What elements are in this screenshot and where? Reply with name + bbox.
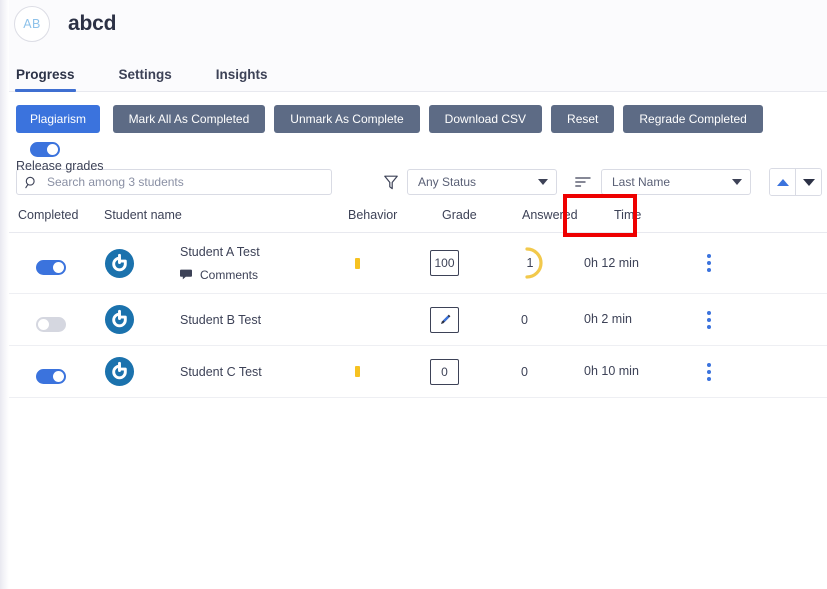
comments-link[interactable]: Comments: [180, 268, 260, 282]
tab-bar: Progress Settings Insights: [0, 48, 827, 92]
sort-icon: [575, 176, 591, 188]
avatar-initials: AB: [23, 17, 41, 31]
row-menu-button[interactable]: [702, 310, 716, 329]
column-header-student-name: Student name: [104, 208, 182, 222]
cell-grade: 100: [418, 250, 498, 276]
cell-behavior: [332, 366, 418, 377]
tab-settings[interactable]: Settings: [119, 67, 172, 91]
table-row: Student A Test Comments 100 1 0h 12 min: [0, 233, 827, 294]
cell-behavior: [332, 257, 418, 269]
status-select-value: Any Status: [418, 175, 477, 189]
page-header: AB abcd: [0, 0, 827, 48]
row-completed-toggle[interactable]: [36, 368, 66, 384]
cell-actions: [674, 310, 764, 329]
cell-student-name: Student A Test Comments: [104, 245, 332, 282]
cell-student-name: Student B Test: [104, 304, 332, 335]
avatar: AB: [14, 6, 50, 42]
cell-actions: [674, 254, 764, 272]
row-completed-toggle[interactable]: [36, 316, 66, 332]
toggle-knob: [53, 370, 64, 382]
grade-input[interactable]: [430, 306, 459, 333]
grade-input[interactable]: 100: [430, 250, 459, 276]
column-header-grade: Grade: [442, 208, 477, 222]
student-name: Student B Test: [180, 312, 262, 327]
student-name: Student C Test: [180, 364, 262, 379]
plagiarism-group: Plagiarism Release grades: [16, 105, 104, 173]
grade-input[interactable]: 0: [430, 358, 459, 385]
time-value: 0h 10 min: [584, 364, 639, 378]
cell-actions: [674, 362, 764, 381]
time-value: 0h 2 min: [584, 312, 632, 326]
arrow-up-icon: [776, 178, 789, 186]
comment-icon: [180, 269, 192, 280]
arrow-down-icon: [802, 178, 815, 186]
cell-time: 0h 12 min: [584, 255, 674, 272]
search-input[interactable]: [45, 174, 323, 190]
cell-answered: 1: [498, 246, 584, 280]
student-name-block: Student A Test Comments: [180, 245, 260, 282]
page-title: abcd: [68, 12, 117, 35]
table-header-row: Completed Student name Behavior Grade An…: [0, 198, 827, 233]
action-toolbar: Plagiarism Release grades Mark All As Co…: [0, 92, 827, 237]
cell-answered: 0: [498, 365, 584, 379]
student-name-block: Student C Test: [180, 365, 262, 379]
cell-time: 0h 2 min: [584, 311, 674, 328]
search-icon: [25, 176, 38, 189]
column-header-time: Time: [614, 208, 642, 222]
cell-grade: 0: [418, 358, 498, 385]
progress-page: AB abcd Progress Settings Insights Plagi…: [0, 0, 827, 589]
cell-completed: [0, 251, 104, 275]
row-menu-button[interactable]: [702, 362, 716, 381]
toggle-knob: [47, 144, 58, 155]
pencil-icon: [440, 314, 450, 324]
behavior-flag-icon: [355, 257, 360, 269]
answered-value: 0: [521, 312, 528, 327]
cell-grade: [418, 306, 498, 333]
student-name-block: Student B Test: [180, 313, 261, 327]
cell-completed: [0, 360, 104, 384]
chevron-down-icon: [538, 179, 548, 185]
cell-answered: 0: [498, 313, 584, 327]
toggle-knob: [53, 262, 64, 273]
tab-insights[interactable]: Insights: [216, 67, 268, 91]
release-grades-toggle[interactable]: [30, 142, 60, 157]
column-header-answered: Answered: [522, 208, 578, 222]
plagiarism-button[interactable]: Plagiarism: [16, 105, 101, 133]
release-grades-label: Release grades: [16, 159, 104, 173]
row-menu-button[interactable]: [702, 254, 716, 272]
time-value: 0h 12 min: [584, 255, 639, 270]
mark-all-as-completed-button[interactable]: Mark All As Completed: [112, 105, 266, 133]
cell-student-name: Student C Test: [104, 356, 332, 387]
download-csv-button[interactable]: Download CSV: [428, 105, 543, 133]
gravatar-icon: [104, 248, 135, 278]
sort-select-value: Last Name: [612, 175, 671, 189]
table-row: Student C Test 0 0 0h 10 min: [0, 346, 827, 398]
reset-button[interactable]: Reset: [551, 105, 615, 133]
behavior-flag-icon: [355, 366, 360, 377]
answered-progress: 1: [510, 246, 550, 280]
filter-icon: [384, 175, 398, 190]
students-table: Completed Student name Behavior Grade An…: [0, 198, 827, 398]
tab-progress[interactable]: Progress: [15, 67, 76, 92]
row-completed-toggle[interactable]: [36, 260, 66, 275]
unmark-as-complete-button[interactable]: Unmark As Complete: [274, 105, 420, 133]
column-header-completed: Completed: [18, 208, 79, 222]
gravatar-icon: [104, 356, 135, 387]
comments-label: Comments: [200, 267, 259, 282]
regrade-completed-button[interactable]: Regrade Completed: [623, 105, 763, 133]
table-row: Student B Test 0 0h 2 min: [0, 294, 827, 346]
column-header-behavior: Behavior: [348, 208, 398, 222]
answered-value: 0: [521, 364, 528, 379]
toggle-knob: [38, 318, 49, 330]
answered-value: 1: [526, 256, 534, 270]
chevron-down-icon: [732, 179, 742, 185]
gravatar-icon: [104, 304, 135, 335]
cell-time: 0h 10 min: [584, 363, 674, 380]
student-name: Student A Test: [180, 244, 260, 259]
cell-completed: [0, 308, 104, 332]
